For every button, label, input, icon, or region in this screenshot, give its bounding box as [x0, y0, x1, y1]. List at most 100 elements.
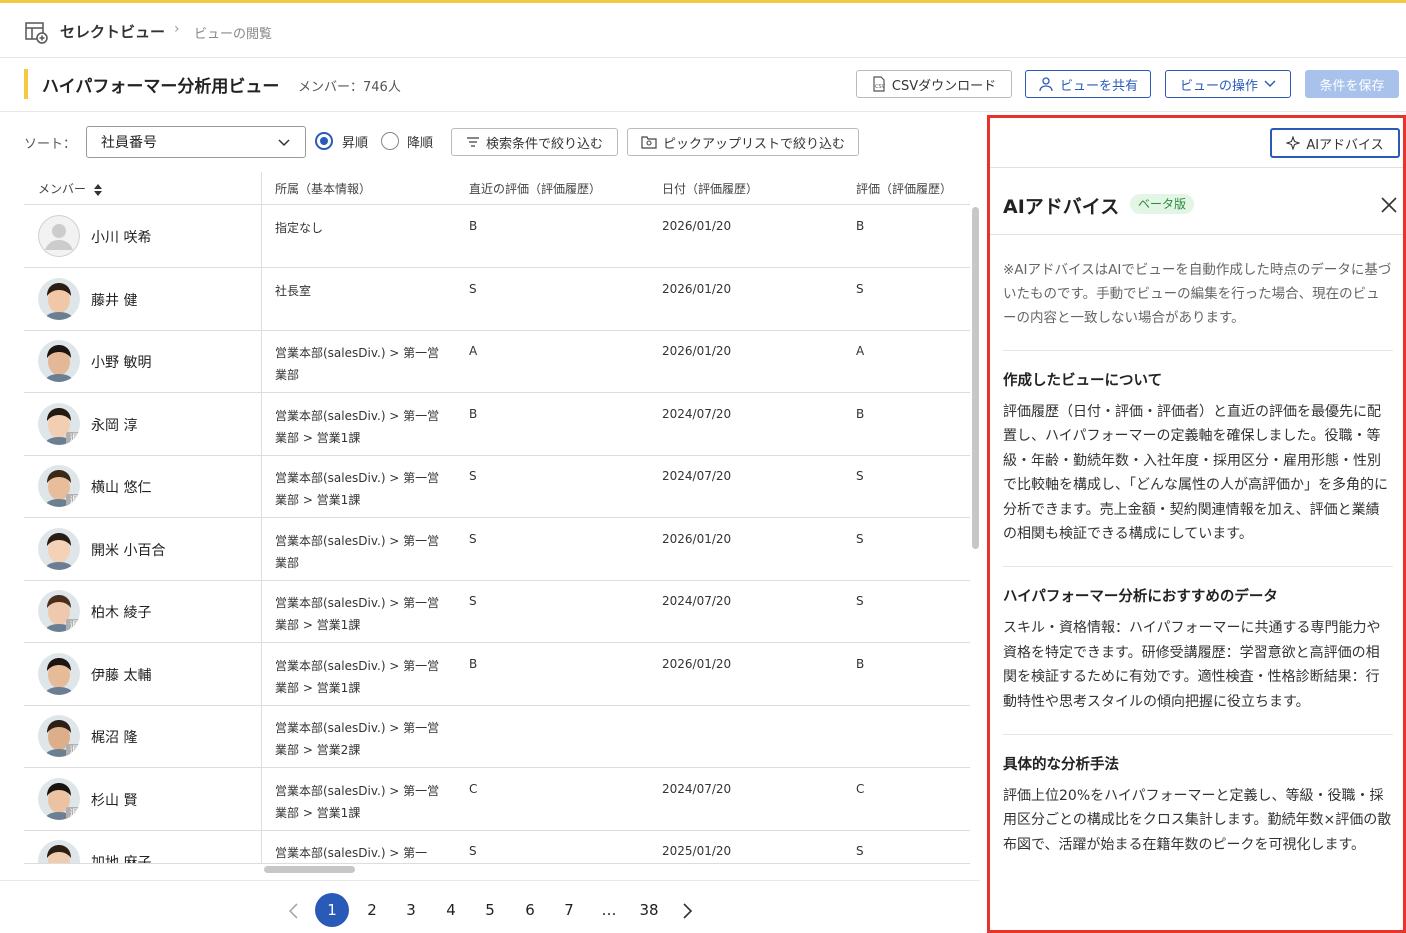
date-cell: 2024/07/20	[662, 406, 732, 421]
member-name[interactable]: 加地 麻子	[91, 852, 151, 863]
avatar	[38, 652, 80, 695]
chevron-down-icon	[278, 139, 290, 147]
member-table: メンバー 所属（基本情報） 直近の評価（評価履歴） 日付（評価履歴） 評価（評価…	[24, 172, 970, 864]
page-4[interactable]: 4	[434, 893, 468, 927]
avatar	[38, 215, 80, 257]
section-text-analysis-method: 評価上位20%をハイパフォーマーと定義し、等級・役職・採用区分ごとの構成比をクロ…	[1003, 788, 1392, 853]
grade-cell: B	[856, 656, 865, 671]
sort-desc-radio[interactable]	[381, 132, 399, 150]
sort-icon	[93, 183, 102, 196]
page-38[interactable]: 38	[632, 893, 666, 927]
date-cell: 2024/07/20	[662, 469, 732, 483]
table-row[interactable]: 加地 麻子 営業本部(salesDiv.) > 第一 S 2025/01/20 S	[24, 830, 970, 863]
save-conditions-button[interactable]: 条件を保存	[1305, 70, 1399, 98]
member-name[interactable]: 開米 小百合	[91, 540, 165, 560]
retired-badge: 退	[66, 806, 80, 820]
prev-page-icon[interactable]	[288, 903, 300, 919]
page-2[interactable]: 2	[355, 893, 389, 927]
filter-by-search-button[interactable]: 検索条件で絞り込む	[451, 128, 618, 156]
section-title-view-about: 作成したビューについて	[1003, 373, 1163, 389]
table-row[interactable]: 退杉山 賢 営業本部(salesDiv.) > 第一営業部 > 営業1課 C 2024…	[24, 768, 970, 831]
table-row[interactable]: 伊藤 太輔 営業本部(salesDiv.) > 第一営業部 > 営業1課 B 2026…	[24, 643, 970, 706]
next-page-icon[interactable]	[681, 903, 693, 919]
save-conditions-label: 条件を保存	[1319, 78, 1385, 94]
avatar	[38, 840, 80, 863]
dept-cell: 営業本部(salesDiv.) > 第一営業部	[275, 346, 440, 382]
user-icon	[1039, 77, 1053, 92]
date-cell: 2026/01/20	[662, 281, 732, 296]
csv-download-button[interactable]: CSV CSVダウンロード	[856, 70, 1012, 98]
date-cell: 2024/07/20	[662, 594, 732, 608]
table-row[interactable]: 小野 敏明 営業本部(salesDiv.) > 第一営業部 A 2026/01/20 A	[24, 330, 970, 393]
section-title-analysis-method: 具体的な分析手法	[1003, 757, 1119, 774]
page-6[interactable]: 6	[513, 893, 547, 927]
member-name[interactable]: 小野 敏明	[91, 352, 151, 372]
date-cell: 2026/01/20	[662, 531, 732, 546]
section-text-view-about: 評価履歴（日付・評価・評価者）と直近の評価を最優先に配置し、ハイパフォーマーの定…	[1003, 404, 1388, 543]
member-name[interactable]: 小川 咲希	[91, 227, 151, 247]
svg-text:CSV: CSV	[875, 84, 886, 90]
dept-cell: 社長室	[275, 283, 312, 298]
table-row[interactable]: 退梶沼 隆 営業本部(salesDiv.) > 第一営業部 > 営業2課	[24, 705, 970, 768]
ai-advice-button-label: AIアドバイス	[1306, 137, 1384, 153]
sort-asc-radio[interactable]	[315, 132, 333, 150]
date-cell: 2024/07/20	[662, 781, 732, 796]
column-header-date: 日付（評価履歴）	[662, 182, 759, 196]
avatar	[38, 527, 80, 570]
section-divider	[1003, 566, 1393, 568]
table-row[interactable]: 退柏木 綾子 営業本部(salesDiv.) > 第一営業部 > 営業1課 S 202…	[24, 580, 970, 643]
select-view-icon	[25, 22, 48, 44]
close-icon[interactable]	[1380, 196, 1398, 214]
member-name[interactable]: 杉山 賢	[91, 790, 137, 810]
filter-by-pickup-label: ピックアップリストで絞り込む	[662, 136, 845, 152]
retired-badge: 退	[66, 619, 80, 632]
retired-badge: 退	[66, 744, 80, 757]
page-3[interactable]: 3	[394, 893, 428, 927]
member-count: メンバー：746人	[298, 80, 401, 95]
table-row[interactable]: 小川 咲希 指定なし B 2026/01/20 B	[24, 205, 970, 268]
member-name[interactable]: 梶沼 隆	[91, 727, 137, 747]
dept-cell: 営業本部(salesDiv.) > 第一営業部 > 営業1課	[275, 783, 440, 820]
page-1[interactable]: 1	[315, 893, 349, 927]
date-cell: 2025/01/20	[662, 844, 732, 858]
ai-advice-panel: AIアドバイス AIアドバイス ベータ版 ※AIアドバイスはAIでビューを自動作…	[987, 115, 1406, 933]
vertical-scrollbar[interactable]	[971, 205, 979, 865]
member-name[interactable]: 柏木 綾子	[91, 602, 151, 622]
share-view-button[interactable]: ビューを共有	[1025, 70, 1151, 98]
filter-by-pickup-button[interactable]: ピックアップリストで絞り込む	[627, 128, 859, 156]
dept-cell: 営業本部(salesDiv.) > 第一営業部 > 営業1課	[275, 471, 440, 507]
table-row[interactable]: 退永岡 淳 営業本部(salesDiv.) > 第一営業部 > 営業1課 B 2024…	[24, 393, 970, 456]
sparkle-icon	[1286, 136, 1301, 150]
page-5[interactable]: 5	[473, 893, 507, 927]
breadcrumb-current: ビューの閲覧	[194, 27, 273, 42]
member-name[interactable]: 永岡 淳	[91, 415, 137, 435]
retired-badge: 退	[66, 431, 80, 445]
page-7[interactable]: 7	[552, 893, 586, 927]
date-cell: 2026/01/20	[662, 656, 732, 671]
table-header: メンバー 所属（基本情報） 直近の評価（評価履歴） 日付（評価履歴） 評価（評価…	[24, 172, 970, 205]
dept-cell: 営業本部(salesDiv.) > 第一営業部 > 営業2課	[275, 721, 440, 757]
horizontal-scrollbar-thumb[interactable]	[264, 866, 355, 873]
avatar	[38, 277, 80, 320]
table-row[interactable]: 退横山 悠仁 営業本部(salesDiv.) > 第一営業部 > 営業1課 S 202…	[24, 455, 970, 518]
column-header-grade: 評価（評価履歴）	[856, 182, 953, 196]
dept-cell: 営業本部(salesDiv.) > 第一営業部 > 営業1課	[275, 658, 440, 695]
view-operations-dropdown[interactable]: ビューの操作	[1165, 70, 1291, 98]
column-header-member[interactable]: メンバー	[38, 180, 102, 197]
date-cell: 2026/01/20	[662, 344, 732, 358]
member-name[interactable]: 伊藤 太輔	[91, 665, 151, 685]
csv-download-label: CSVダウンロード	[891, 78, 997, 94]
recent-eval-cell: A	[469, 344, 478, 358]
breadcrumb-select-view[interactable]: セレクトビュー	[60, 21, 165, 42]
sort-select[interactable]: 社員番号	[86, 126, 306, 158]
vertical-scrollbar-thumb[interactable]	[972, 207, 979, 549]
top-bar: セレクトビュー › ビューの閲覧	[0, 0, 1406, 58]
grade-cell: S	[856, 469, 864, 483]
table-row[interactable]: 藤井 健 社長室 S 2026/01/20 S	[24, 268, 970, 331]
ai-disclaimer: ※AIアドバイスはAIでビューを自動作成した時点のデータに基づいたものです。手動…	[1003, 262, 1392, 326]
table-row[interactable]: 開米 小百合 営業本部(salesDiv.) > 第一営業部 S 2026/01/20…	[24, 518, 970, 581]
title-bar: ハイパフォーマー分析用ビュー メンバー：746人 CSV CSVダウンロード ビ…	[0, 58, 1406, 112]
ai-advice-button[interactable]: AIアドバイス	[1270, 128, 1400, 158]
member-name[interactable]: 横山 悠仁	[91, 477, 151, 497]
member-name[interactable]: 藤井 健	[91, 290, 137, 310]
